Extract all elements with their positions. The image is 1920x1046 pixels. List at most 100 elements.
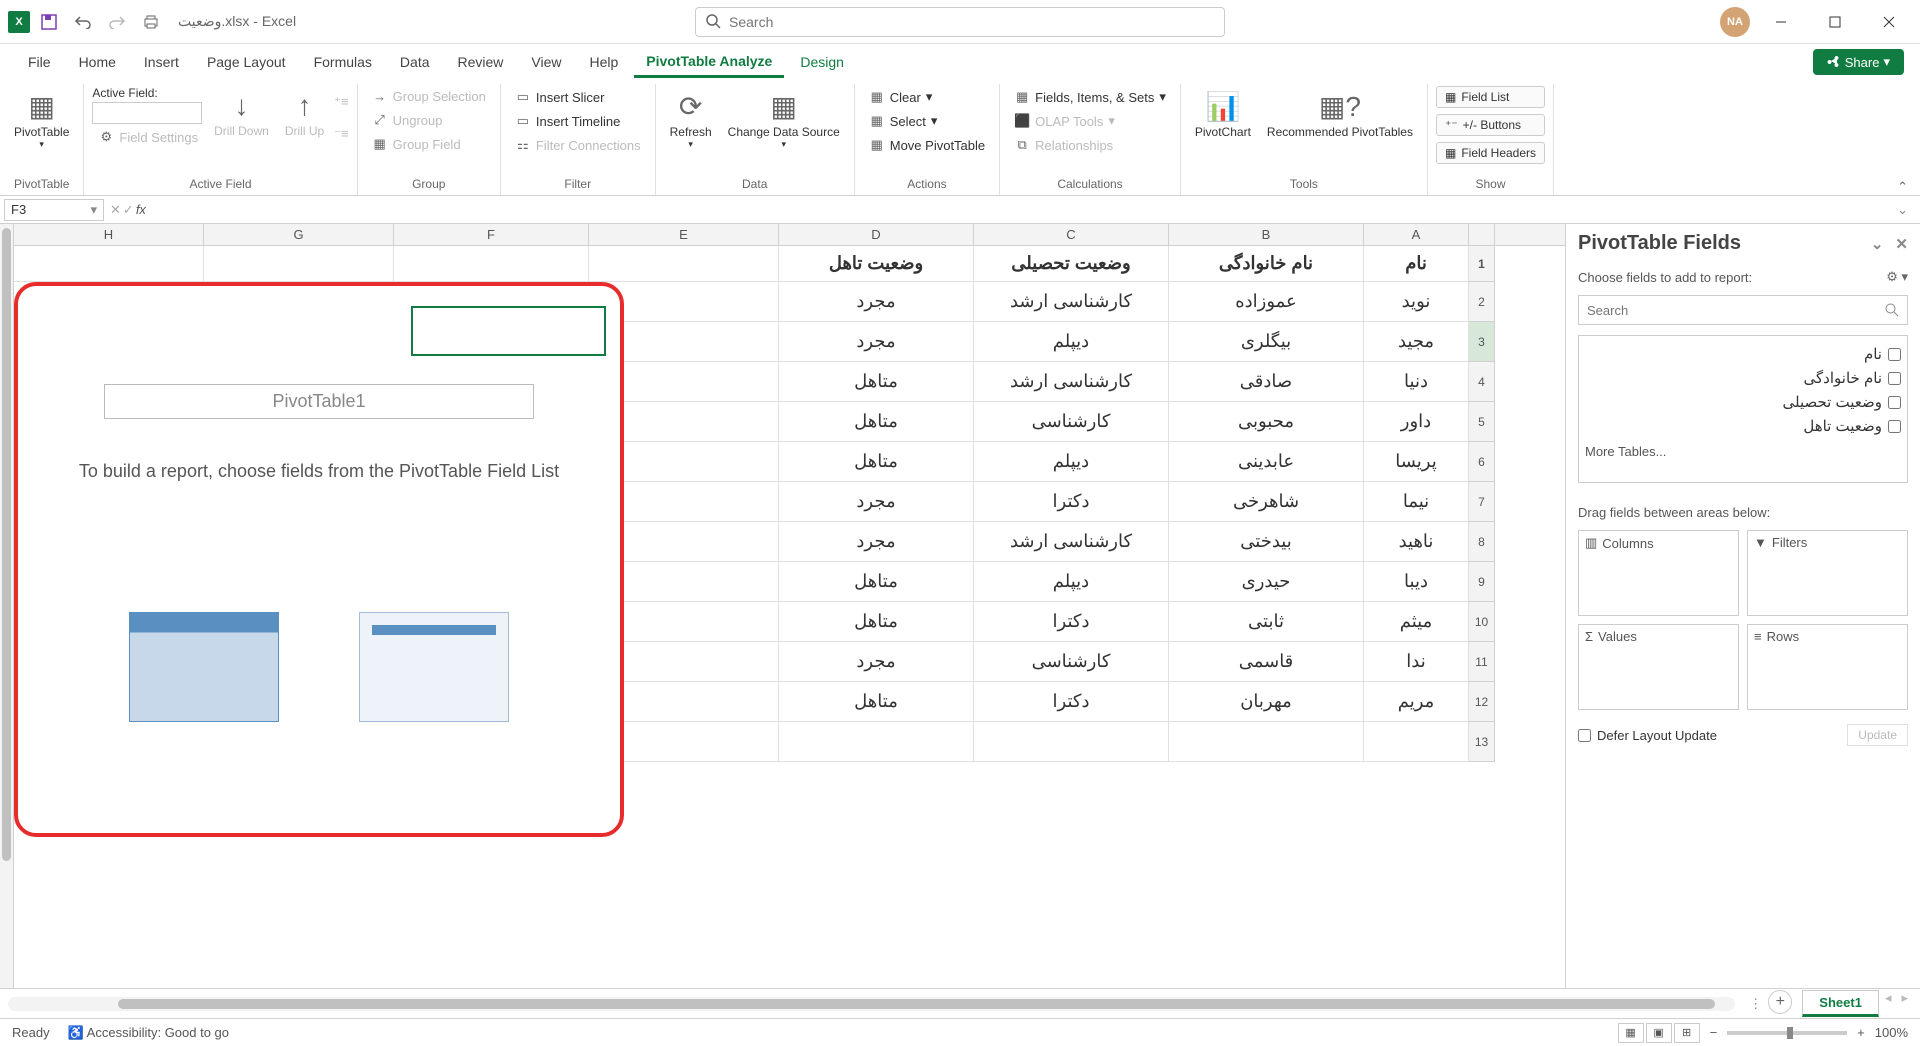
area-rows[interactable]: ≡Rows — [1747, 624, 1908, 710]
cell[interactable] — [1364, 722, 1469, 762]
cell[interactable]: عموزاده — [1169, 282, 1364, 322]
row-header[interactable]: 5 — [1469, 402, 1495, 442]
refresh-button[interactable]: ⟳Refresh▾ — [664, 86, 718, 154]
print-button[interactable] — [136, 7, 166, 37]
gear-icon[interactable]: ⚙ ▾ — [1886, 269, 1908, 285]
tab-review[interactable]: Review — [446, 48, 516, 76]
field-item[interactable]: نام خانوادگی — [1585, 366, 1901, 390]
undo-button[interactable] — [68, 7, 98, 37]
collapse-ribbon-button[interactable]: ⌃ — [1885, 84, 1920, 195]
clear-button[interactable]: ▦Clear ▾ — [863, 86, 991, 108]
field-checkbox[interactable] — [1888, 420, 1901, 433]
defer-layout-checkbox[interactable] — [1578, 729, 1591, 742]
cell[interactable]: عابدینی — [1169, 442, 1364, 482]
insert-timeline-button[interactable]: ▭Insert Timeline — [509, 110, 647, 132]
cell[interactable]: متاهل — [779, 562, 974, 602]
recommended-pivottables-button[interactable]: ▦?Recommended PivotTables — [1261, 86, 1419, 143]
cell[interactable]: متاهل — [779, 602, 974, 642]
cell[interactable]: ناهید — [1364, 522, 1469, 562]
cell[interactable]: بیدختی — [1169, 522, 1364, 562]
cell[interactable]: حیدری — [1169, 562, 1364, 602]
tab-formulas[interactable]: Formulas — [302, 48, 384, 76]
cell[interactable]: دکترا — [974, 602, 1169, 642]
cell[interactable]: ندا — [1364, 642, 1469, 682]
col-header-B[interactable]: B — [1169, 224, 1364, 245]
fields-search-box[interactable] — [1578, 295, 1908, 325]
search-box[interactable] — [695, 7, 1225, 37]
sheet-tab[interactable]: Sheet1 — [1802, 990, 1879, 1017]
cell[interactable]: دکترا — [974, 482, 1169, 522]
name-box[interactable]: F3▾ — [4, 199, 104, 221]
zoom-out-button[interactable]: − — [1710, 1025, 1718, 1040]
zoom-level[interactable]: 100% — [1875, 1025, 1908, 1040]
tab-help[interactable]: Help — [578, 48, 631, 76]
cell[interactable] — [779, 722, 974, 762]
status-accessibility[interactable]: ♿ Accessibility: Good to go — [68, 1025, 229, 1041]
cell[interactable]: ثابتی — [1169, 602, 1364, 642]
sheet-tab-grabber-icon[interactable]: ⋮ — [1743, 996, 1768, 1012]
tab-pivottable-analyze[interactable]: PivotTable Analyze — [634, 47, 784, 78]
cell[interactable]: کارشناسی — [974, 642, 1169, 682]
vertical-scrollbar[interactable] — [0, 224, 14, 988]
more-tables-link[interactable]: More Tables... — [1585, 444, 1901, 459]
row-header[interactable]: 6 — [1469, 442, 1495, 482]
tab-data[interactable]: Data — [388, 48, 442, 76]
cell[interactable]: نیما — [1364, 482, 1469, 522]
field-checkbox[interactable] — [1888, 396, 1901, 409]
enter-formula-icon[interactable]: ✓ — [123, 202, 134, 218]
horizontal-scrollbar[interactable] — [8, 997, 1735, 1011]
cell[interactable] — [589, 246, 779, 282]
cell[interactable] — [204, 246, 394, 282]
cell[interactable]: وضعیت تاهل — [779, 246, 974, 282]
cell[interactable]: متاهل — [779, 402, 974, 442]
cell[interactable]: پریسا — [1364, 442, 1469, 482]
active-field-input[interactable] — [92, 102, 202, 124]
cell[interactable]: دکترا — [974, 682, 1169, 722]
fx-icon[interactable]: fx — [136, 202, 146, 218]
zoom-in-button[interactable]: + — [1857, 1025, 1865, 1040]
insert-slicer-button[interactable]: ▭Insert Slicer — [509, 86, 647, 108]
row-header[interactable]: 3 — [1469, 322, 1495, 362]
tab-home[interactable]: Home — [67, 48, 128, 76]
cell[interactable]: دیبا — [1364, 562, 1469, 602]
row-header[interactable]: 10 — [1469, 602, 1495, 642]
cell[interactable] — [1169, 722, 1364, 762]
tab-design[interactable]: Design — [788, 48, 856, 76]
search-input[interactable] — [729, 14, 1214, 30]
field-checkbox[interactable] — [1888, 348, 1901, 361]
row-header[interactable]: 13 — [1469, 722, 1495, 762]
row-header[interactable]: 11 — [1469, 642, 1495, 682]
column-headers[interactable]: H G F E D C B A — [14, 224, 1565, 246]
cell[interactable]: قاسمی — [1169, 642, 1364, 682]
cell[interactable] — [14, 246, 204, 282]
change-data-source-button[interactable]: ▦Change Data Source▾ — [722, 86, 846, 154]
fields-items-sets-button[interactable]: ▦Fields, Items, & Sets ▾ — [1008, 86, 1172, 108]
cell[interactable]: نام — [1364, 246, 1469, 282]
normal-view-button[interactable]: ▦ — [1618, 1023, 1644, 1043]
formula-input[interactable] — [152, 199, 1889, 221]
row-header[interactable]: 12 — [1469, 682, 1495, 722]
cell[interactable]: متاهل — [779, 362, 974, 402]
row-header[interactable]: 8 — [1469, 522, 1495, 562]
field-item[interactable]: نام — [1585, 342, 1901, 366]
fields-pane-collapse-icon[interactable]: ⌄ — [1871, 235, 1884, 253]
field-item[interactable]: وضعیت تاهل — [1585, 414, 1901, 438]
cell[interactable]: محبوبی — [1169, 402, 1364, 442]
close-button[interactable] — [1866, 7, 1912, 37]
select-button[interactable]: ▦Select ▾ — [863, 110, 991, 132]
col-header-C[interactable]: C — [974, 224, 1169, 245]
share-button[interactable]: Share ▾ — [1813, 49, 1904, 75]
row-header[interactable]: 9 — [1469, 562, 1495, 602]
row-header[interactable]: 7 — [1469, 482, 1495, 522]
cell[interactable]: متاهل — [779, 682, 974, 722]
row-header[interactable]: 4 — [1469, 362, 1495, 402]
field-headers-toggle[interactable]: ▦Field Headers — [1436, 142, 1545, 164]
fields-pane-close-icon[interactable]: ✕ — [1895, 235, 1908, 253]
move-pivottable-button[interactable]: ▦Move PivotTable — [863, 134, 991, 156]
expand-formula-bar-button[interactable]: ⌄ — [1889, 202, 1916, 218]
select-all-corner[interactable] — [1469, 224, 1495, 245]
cancel-formula-icon[interactable]: ✕ — [110, 202, 121, 218]
page-break-view-button[interactable]: ⊞ — [1674, 1023, 1700, 1043]
cell[interactable]: دیپلم — [974, 442, 1169, 482]
cell[interactable] — [394, 246, 589, 282]
